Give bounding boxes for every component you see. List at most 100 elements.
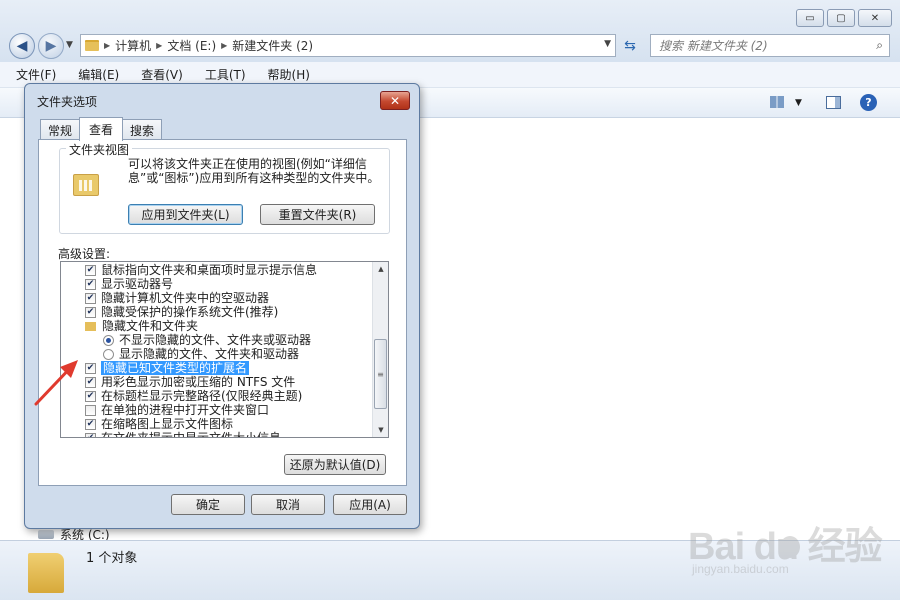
checkbox-checked[interactable]: ✔ (85, 306, 96, 318)
setting-row[interactable]: ✔ 在文件夹提示中显示文件大小信息 (61, 431, 373, 438)
setting-label: 不显示隐藏的文件、文件夹或驱动器 (119, 333, 312, 347)
preview-pane-icon[interactable] (826, 96, 841, 109)
setting-row[interactable]: ✔ 显示驱动器号 (61, 277, 373, 291)
setting-label: 用彩色显示加密或压缩的 NTFS 文件 (101, 375, 296, 389)
scroll-up-icon[interactable]: ▲ (373, 262, 388, 276)
checkbox-checked[interactable]: ✔ (85, 278, 96, 290)
folder-icon (28, 553, 64, 593)
minimize-button[interactable]: ▭ (796, 9, 824, 27)
setting-row[interactable]: ✔ 在缩略图上显示文件图标 (61, 417, 373, 431)
setting-label: 隐藏受保护的操作系统文件(推荐) (101, 305, 279, 319)
setting-label: 显示隐藏的文件、文件夹和驱动器 (119, 347, 300, 361)
radio-unselected[interactable] (103, 348, 114, 360)
drive-icon (38, 530, 54, 539)
setting-label: 隐藏文件和文件夹 (102, 319, 199, 333)
ok-button[interactable]: 确定 (171, 494, 245, 515)
checkbox-checked[interactable]: ✔ (85, 264, 96, 276)
folder-view-description: 可以将该文件夹正在使用的视图(例如“详细信息”或“图标”)应用到所有这种类型的文… (128, 157, 380, 185)
setting-row[interactable]: ✔ 用彩色显示加密或压缩的 NTFS 文件 (61, 375, 373, 389)
menu-file[interactable]: 文件(F) (12, 64, 60, 85)
menu-help[interactable]: 帮助(H) (264, 64, 314, 85)
dialog-title: 文件夹选项 (37, 95, 98, 109)
watermark-logo: Bai du 经验 jingyan.baidu.com (688, 515, 888, 595)
setting-row[interactable]: 隐藏文件和文件夹 (61, 319, 373, 333)
view-dropdown-icon[interactable]: ▼ (795, 98, 802, 108)
breadcrumb-drive[interactable]: 文档 (E:) (167, 37, 216, 54)
tab-panel-view: 文件夹视图 可以将该文件夹正在使用的视图(例如“详细信息”或“图标”)应用到所有… (38, 139, 407, 486)
annotation-arrow-icon (34, 360, 78, 406)
checkbox-checked[interactable]: ✔ (85, 390, 96, 402)
setting-row[interactable]: 显示隐藏的文件、文件夹和驱动器 (61, 347, 373, 361)
refresh-button[interactable]: ⇆ (620, 35, 640, 56)
address-dropdown-icon[interactable]: ▼ (604, 39, 611, 49)
setting-row[interactable]: ✔ 鼠标指向文件夹和桌面项时显示提示信息 (61, 263, 373, 277)
item-count: 1 个对象 (86, 551, 138, 566)
search-icon[interactable]: ⌕ (876, 38, 883, 53)
change-view-icon[interactable] (770, 96, 784, 108)
radio-selected[interactable] (103, 334, 114, 346)
checkbox-checked[interactable]: ✔ (85, 418, 96, 430)
checkbox-checked[interactable]: ✔ (85, 362, 96, 374)
watermark-url: jingyan.baidu.com (692, 562, 789, 576)
folder-view-icon (73, 174, 99, 196)
folder-view-group: 文件夹视图 可以将该文件夹正在使用的视图(例如“详细信息”或“图标”)应用到所有… (59, 141, 390, 234)
setting-label: 显示驱动器号 (101, 277, 174, 291)
refresh-icon: ⇆ (624, 37, 636, 54)
chevron-right-icon[interactable]: ▶ (156, 41, 162, 50)
setting-row[interactable]: ✔ 隐藏受保护的操作系统文件(推荐) (61, 305, 373, 319)
arrow-left-icon: ◀ (16, 38, 28, 54)
arrow-right-icon: ▶ (45, 38, 57, 54)
search-input[interactable]: 搜索 新建文件夹 (2) ⌕ (650, 34, 890, 57)
forward-button[interactable]: ▶ (38, 33, 64, 59)
apply-to-folders-button[interactable]: 应用到文件夹(L) (128, 204, 243, 225)
advanced-settings-list[interactable]: ✔ 鼠标指向文件夹和桌面项时显示提示信息 ✔ 显示驱动器号 ✔ 隐藏计算机文件夹中的空驱动… (60, 261, 389, 438)
group-title: 文件夹视图 (66, 141, 133, 158)
help-icon[interactable]: ? (860, 94, 877, 111)
tab-view[interactable]: 查看 (79, 117, 124, 141)
menu-tools[interactable]: 工具(T) (201, 64, 250, 85)
setting-label: 鼠标指向文件夹和桌面项时显示提示信息 (101, 263, 318, 277)
scroll-down-icon[interactable]: ▼ (373, 423, 388, 437)
tab-general[interactable]: 常规 (40, 119, 81, 140)
window-controls: ▭ ▢ ✕ (796, 9, 892, 27)
folder-icon (85, 40, 99, 51)
setting-label: 在缩略图上显示文件图标 (101, 417, 234, 431)
chevron-right-icon[interactable]: ▶ (221, 41, 227, 50)
setting-row[interactable]: ✔ 隐藏已知文件类型的扩展名 (61, 361, 373, 375)
search-placeholder: 搜索 新建文件夹 (2) (659, 39, 768, 53)
setting-label: 隐藏计算机文件夹中的空驱动器 (101, 291, 270, 305)
address-bar[interactable]: ▶ 计算机 ▶ 文档 (E:) ▶ 新建文件夹 (2) ▼ (80, 34, 616, 57)
checkbox-unchecked[interactable] (85, 404, 96, 416)
menu-view[interactable]: 查看(V) (137, 64, 187, 85)
advanced-settings-label: 高级设置: (58, 247, 111, 261)
checkbox-checked[interactable]: ✔ (85, 376, 96, 388)
setting-label: 隐藏已知文件类型的扩展名 (101, 361, 250, 375)
setting-row[interactable]: 不显示隐藏的文件、文件夹或驱动器 (61, 333, 373, 347)
close-button[interactable]: ✕ (858, 9, 892, 27)
checkbox-checked[interactable]: ✔ (85, 432, 96, 437)
back-button[interactable]: ◀ (9, 33, 35, 59)
setting-label: 在文件夹提示中显示文件大小信息 (101, 431, 282, 438)
dialog-close-button[interactable]: ✕ (380, 91, 410, 110)
menu-edit[interactable]: 编辑(E) (74, 64, 123, 85)
folder-options-dialog: 文件夹选项 ✕ 常规 查看 搜索 文件夹视图 可以将该文件夹正在使用的视图(例如… (24, 83, 420, 529)
title-bar: ▭ ▢ ✕ ◀ ▶ ▼ ▶ 计算机 ▶ 文档 (E:) ▶ 新建文件夹 (2) … (0, 0, 900, 62)
setting-row[interactable]: 在单独的进程中打开文件夹窗口 (61, 403, 373, 417)
recent-pages-dropdown[interactable]: ▼ (66, 40, 73, 50)
apply-button[interactable]: 应用(A) (333, 494, 407, 515)
reset-folders-button[interactable]: 重置文件夹(R) (260, 204, 375, 225)
tab-search[interactable]: 搜索 (122, 119, 163, 140)
vertical-scrollbar[interactable]: ▲ ≡ ▼ (372, 262, 388, 437)
setting-row[interactable]: ✔ 在标题栏显示完整路径(仅限经典主题) (61, 389, 373, 403)
setting-row[interactable]: ✔ 隐藏计算机文件夹中的空驱动器 (61, 291, 373, 305)
cancel-button[interactable]: 取消 (251, 494, 325, 515)
chevron-right-icon[interactable]: ▶ (104, 41, 110, 50)
breadcrumb-computer[interactable]: 计算机 (115, 37, 151, 54)
breadcrumb-folder[interactable]: 新建文件夹 (2) (232, 37, 313, 54)
scroll-thumb[interactable]: ≡ (374, 339, 387, 409)
restore-defaults-button[interactable]: 还原为默认值(D) (284, 454, 386, 475)
setting-label: 在单独的进程中打开文件夹窗口 (101, 403, 270, 417)
setting-label: 在标题栏显示完整路径(仅限经典主题) (101, 389, 303, 403)
maximize-button[interactable]: ▢ (827, 9, 855, 27)
checkbox-checked[interactable]: ✔ (85, 292, 96, 304)
